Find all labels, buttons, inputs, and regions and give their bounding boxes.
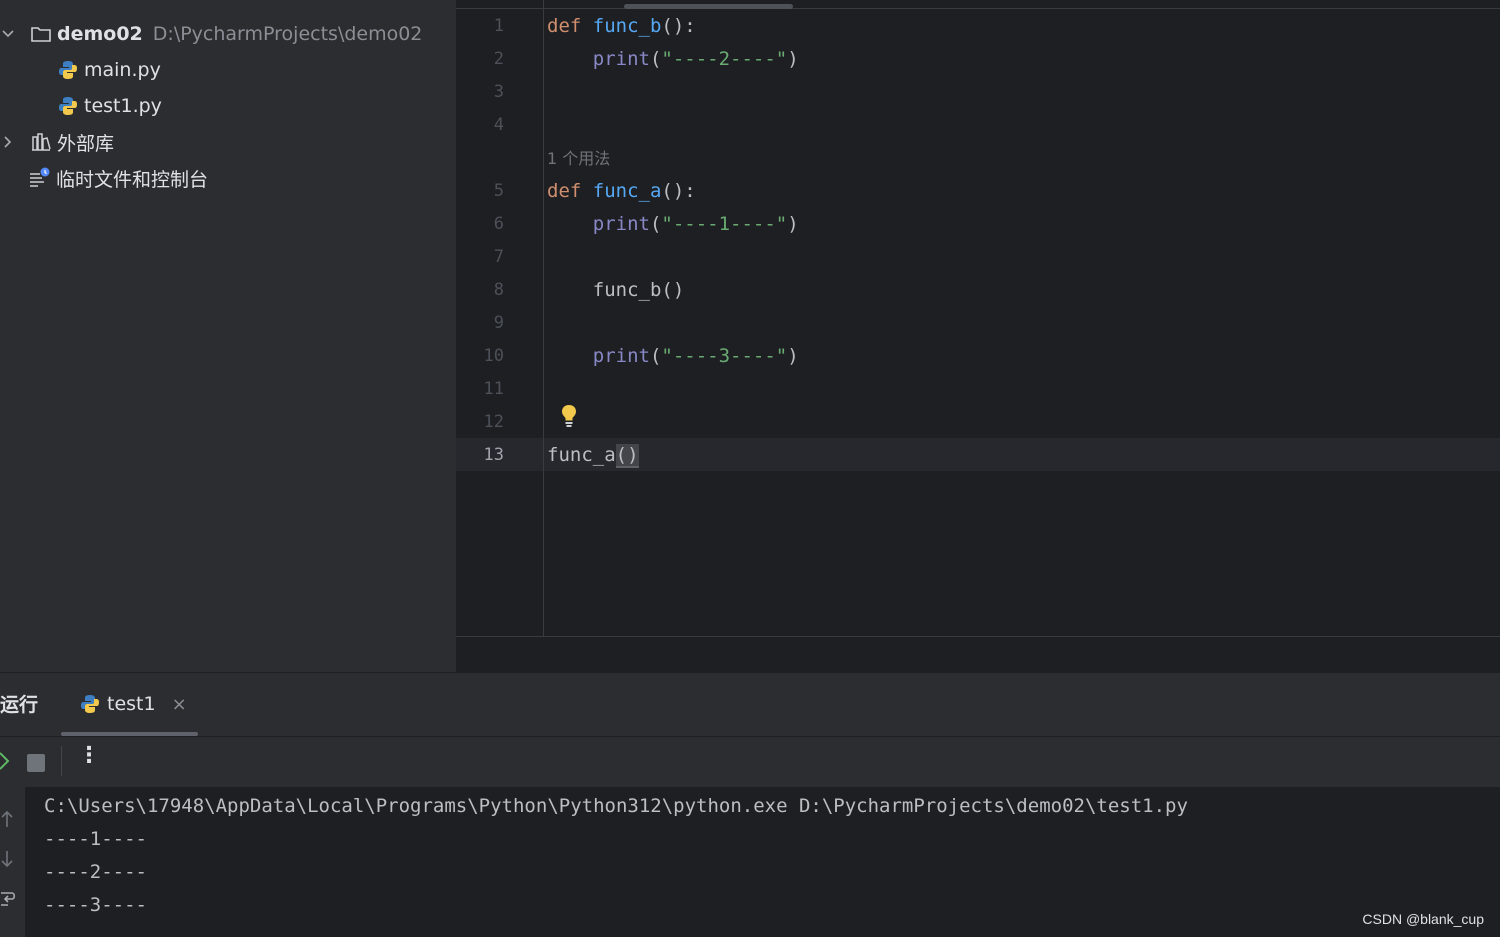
code-token: print <box>592 345 650 367</box>
code-line[interactable]: def func_b(): <box>547 10 696 43</box>
python-file-icon <box>56 58 80 82</box>
rerun-icon[interactable] <box>0 749 12 773</box>
folder-icon <box>29 22 53 46</box>
code-token: "----1----" <box>661 213 788 235</box>
run-tab-test1[interactable]: test1 × <box>61 673 198 735</box>
code-editor[interactable]: 1 个用法 1 def func_b(): 2 print("----2----")… <box>456 0 1500 636</box>
line-number: 10 <box>483 346 504 366</box>
horizontal-scrollbar[interactable] <box>624 4 793 9</box>
gutter-divider <box>543 0 544 636</box>
code-token: func_a <box>592 180 662 202</box>
close-icon[interactable]: × <box>172 694 187 715</box>
run-tab-label: test1 <box>107 693 156 715</box>
root-folder-name: demo02 <box>57 23 143 45</box>
code-token: ) <box>787 48 799 70</box>
console-line: ----1---- <box>44 828 147 850</box>
code-token: () <box>615 444 639 468</box>
scroll-down-icon[interactable] <box>0 849 14 869</box>
external-libraries-label: 外部库 <box>57 132 115 155</box>
code-token: func_a <box>547 444 616 466</box>
code-line[interactable]: print("----2----") <box>547 43 799 76</box>
stop-button[interactable] <box>27 754 45 772</box>
soft-wrap-icon[interactable] <box>0 889 16 909</box>
code-token: def <box>547 180 593 202</box>
code-token: def <box>547 15 593 37</box>
code-line[interactable]: print("----1----") <box>547 208 799 241</box>
python-file-icon <box>56 94 80 118</box>
usage-hint[interactable]: 1 个用法 <box>547 145 610 173</box>
chevron-right-icon[interactable] <box>1 135 15 149</box>
code-token: print <box>592 48 650 70</box>
line-number: 7 <box>493 247 504 267</box>
console-side-toolbar <box>0 787 25 937</box>
run-panel: 运行 test1 × ⋮ C:\Users\17948\AppData\Loca… <box>0 672 1500 937</box>
run-toolbar: ⋮ <box>0 736 1500 787</box>
tree-item-main-py[interactable]: main.py <box>56 52 161 88</box>
line-number: 1 <box>493 16 504 36</box>
code-token: ( <box>649 48 662 70</box>
watermark: CSDN @blank_cup <box>1362 911 1484 927</box>
code-line[interactable]: func_a() <box>547 439 639 472</box>
lightbulb-icon[interactable] <box>559 403 579 429</box>
run-panel-header: 运行 test1 × <box>0 673 1500 736</box>
scratches-label: 临时文件和控制台 <box>56 168 209 191</box>
library-icon <box>29 130 53 154</box>
code-token: "----2----" <box>661 48 788 70</box>
editor-top-border <box>456 8 1500 9</box>
line-number: 11 <box>483 379 504 399</box>
line-number: 12 <box>483 412 504 432</box>
code-token: ( <box>649 345 662 367</box>
tree-item-scratches[interactable]: 临时文件和控制台 <box>28 160 208 196</box>
console-line: C:\Users\17948\AppData\Local\Programs\Py… <box>44 795 1188 817</box>
editor-bottom-area <box>456 636 1500 673</box>
python-run-icon <box>79 693 101 715</box>
line-number: 6 <box>493 214 504 234</box>
line-number: 5 <box>493 181 504 201</box>
project-panel: demo02 D:\PycharmProjects\demo02 main.py… <box>0 0 456 672</box>
toolbar-separator <box>61 746 62 776</box>
ide-window: demo02 D:\PycharmProjects\demo02 main.py… <box>0 0 1500 937</box>
file-name: test1.py <box>84 95 162 117</box>
line-number: 8 <box>493 280 504 300</box>
run-panel-title: 运行 <box>0 694 39 716</box>
more-options-icon[interactable]: ⋮ <box>78 743 100 768</box>
code-token: print <box>592 213 650 235</box>
line-number: 2 <box>493 49 504 69</box>
code-token: ) <box>787 213 799 235</box>
console-line: ----3---- <box>44 894 147 916</box>
code-token: ) <box>787 345 799 367</box>
line-number: 13 <box>483 445 504 465</box>
line-number: 3 <box>493 82 504 102</box>
console-line: ----2---- <box>44 861 147 883</box>
scroll-up-icon[interactable] <box>0 809 14 829</box>
code-line[interactable]: def func_a(): <box>547 175 696 208</box>
tree-item-test1-py[interactable]: test1.py <box>56 88 162 124</box>
root-folder-path: D:\PycharmProjects\demo02 <box>152 23 423 45</box>
chevron-down-icon[interactable] <box>1 27 15 41</box>
code-token: (): <box>661 180 696 202</box>
code-line[interactable]: print("----3----") <box>547 340 799 373</box>
code-token: "----3----" <box>661 345 788 367</box>
code-token: (): <box>661 15 696 37</box>
tree-item-root[interactable]: demo02 D:\PycharmProjects\demo02 <box>0 16 422 52</box>
scratches-icon <box>28 166 52 190</box>
code-line[interactable]: func_b() <box>547 274 685 307</box>
code-token: func_b <box>592 15 662 37</box>
tree-item-external-libraries[interactable]: 外部库 <box>0 124 114 160</box>
line-number: 4 <box>493 115 504 135</box>
code-token: func_b() <box>547 279 685 301</box>
console-output[interactable]: C:\Users\17948\AppData\Local\Programs\Py… <box>25 787 1500 937</box>
line-number: 9 <box>493 313 504 333</box>
code-token: ( <box>649 213 662 235</box>
file-name: main.py <box>84 59 161 81</box>
